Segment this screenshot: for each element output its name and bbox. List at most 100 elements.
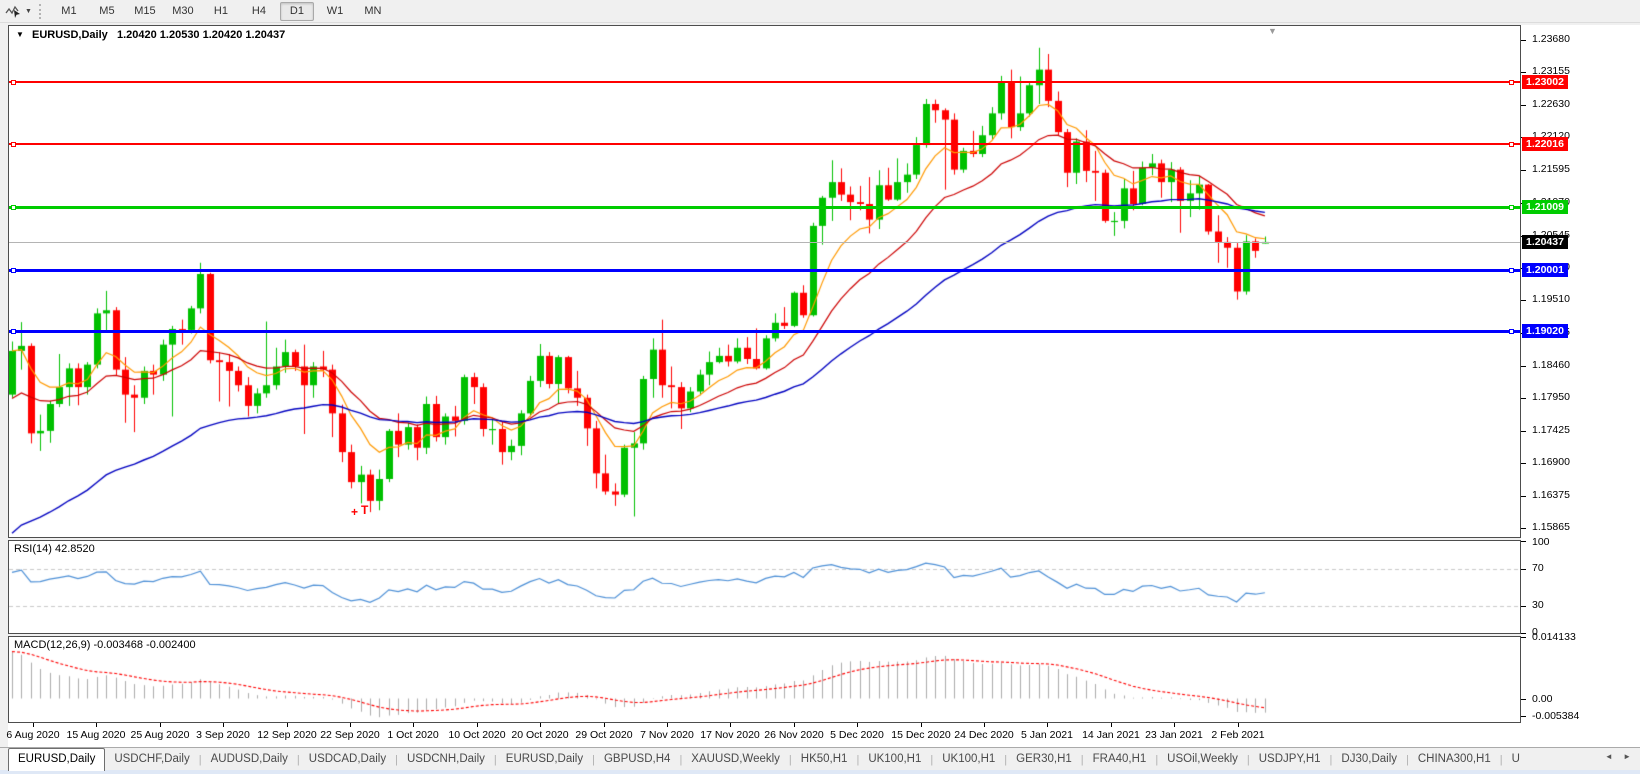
price-axis-tick [1521, 496, 1526, 497]
macd-label: MACD(12,26,9) -0.003468 -0.002400 [14, 639, 196, 651]
chart-tab-fra40-h1[interactable]: FRA40,H1 [1084, 749, 1156, 771]
date-axis-label: 14 Jan 2021 [1082, 729, 1140, 741]
chart-title: ▼ EURUSD,Daily 1.20420 1.20530 1.20420 1… [16, 29, 285, 41]
chart-tab-usoil-weekly[interactable]: USOil,Weekly [1158, 749, 1247, 771]
rsi-axis-tick [1521, 569, 1526, 570]
line-handle-left[interactable] [11, 205, 16, 210]
trading-terminal-window: ▼ M1M5M15M30H1H4D1W1MN ▼ EURUSD,Daily 1.… [0, 0, 1640, 774]
date-axis-label: 10 Oct 2020 [448, 729, 505, 741]
cursor-tool-button[interactable]: ▼ [5, 4, 32, 18]
line-handle-right[interactable] [1509, 80, 1514, 85]
date-axis-label: 17 Nov 2020 [700, 729, 760, 741]
line-handle-left[interactable] [11, 268, 16, 273]
date-axis-label: 24 Dec 2020 [954, 729, 1014, 741]
date-axis-tick [96, 723, 97, 727]
date-axis-label: 15 Aug 2020 [67, 729, 126, 741]
date-axis-label: 22 Sep 2020 [320, 729, 380, 741]
timeframe-button-D1[interactable]: D1 [280, 2, 314, 21]
chart-tab-hk50-h1[interactable]: HK50,H1 [792, 749, 857, 771]
chart-shift-marker-icon[interactable]: ▼ [1268, 26, 1277, 36]
date-axis-tick [1111, 723, 1112, 727]
horizontal-line-1.21009[interactable] [9, 206, 1520, 209]
chevron-down-icon[interactable]: ▼ [25, 8, 32, 15]
price-axis-tick [1521, 398, 1526, 399]
chart-tab-usdcnh-daily[interactable]: USDCNH,Daily [398, 749, 494, 771]
tab-scroll-right-icon[interactable]: ► [1619, 750, 1635, 763]
date-axis-tick [477, 723, 478, 727]
chart-symbol-label: EURUSD,Daily [32, 29, 108, 41]
date-axis-label: 25 Aug 2020 [131, 729, 190, 741]
chart-dropdown-icon[interactable]: ▼ [16, 30, 24, 39]
rsi-label: RSI(14) 42.8520 [14, 543, 95, 555]
price-axis-label: 1.18460 [1532, 359, 1570, 371]
timeframe-button-M15[interactable]: M15 [128, 2, 162, 21]
date-axis-tick [160, 723, 161, 727]
price-axis-tick [1521, 105, 1526, 106]
line-handle-right[interactable] [1509, 268, 1514, 273]
price-axis-tick [1521, 170, 1526, 171]
timeframe-button-MN[interactable]: MN [356, 2, 390, 21]
timeframe-button-W1[interactable]: W1 [318, 2, 352, 21]
chart-tab-dj30-daily[interactable]: DJ30,Daily [1332, 749, 1406, 771]
chart-tab-usdchf-daily[interactable]: USDCHF,Daily [105, 749, 198, 771]
price-axis-label: 1.19510 [1532, 293, 1570, 305]
price-axis-label: 1.16375 [1532, 489, 1570, 501]
trade-marker-icon: T [361, 505, 368, 515]
chart-tab-u[interactable]: U [1503, 749, 1520, 771]
date-axis-tick [1047, 723, 1048, 727]
price-axis-label: 1.15865 [1532, 521, 1570, 533]
current-price-line [9, 242, 1520, 243]
macd-axis-label: -0.005384 [1532, 710, 1579, 722]
chart-tab-china300-h1[interactable]: CHINA300,H1 [1409, 749, 1500, 771]
chart-tab-eurusd-daily[interactable]: EURUSD,Daily [497, 749, 592, 771]
line-handle-left[interactable] [11, 329, 16, 334]
timeframe-button-H4[interactable]: H4 [242, 2, 276, 21]
price-axis-tick [1521, 72, 1526, 73]
chart-tab-usdcad-daily[interactable]: USDCAD,Daily [300, 749, 395, 771]
chart-tab-uk100-h1[interactable]: UK100,H1 [933, 749, 1004, 771]
date-axis-label: 29 Oct 2020 [575, 729, 632, 741]
line-handle-right[interactable] [1509, 142, 1514, 147]
chart-tab-audusd-daily[interactable]: AUDUSD,Daily [202, 749, 297, 771]
chart-tab-ger30-h1[interactable]: GER30,H1 [1007, 749, 1081, 771]
chart-tab-xauusd-weekly[interactable]: XAUUSD,Weekly [682, 749, 789, 771]
timeframe-button-M1[interactable]: M1 [52, 2, 86, 21]
timeframe-toolbar: ▼ M1M5M15M30H1H4D1W1MN [0, 0, 1640, 23]
rsi-chart-canvas[interactable] [9, 541, 1520, 633]
date-axis-tick [921, 723, 922, 727]
chart-tab-usdjpy-h1[interactable]: USDJPY,H1 [1250, 749, 1330, 771]
chart-tab-bar: EURUSD,DailyUSDCHF,Daily|AUDUSD,Daily|US… [0, 747, 1640, 771]
horizontal-line-1.23002[interactable] [9, 81, 1520, 83]
rsi-axis-tick [1521, 633, 1526, 634]
date-axis-label: 26 Nov 2020 [764, 729, 824, 741]
date-axis[interactable]: 6 Aug 202015 Aug 202025 Aug 20203 Sep 20… [8, 723, 1640, 747]
price-axis-tick [1521, 528, 1526, 529]
horizontal-line-1.19020[interactable] [9, 330, 1520, 333]
timeframe-button-M5[interactable]: M5 [90, 2, 124, 21]
chart-tab-uk100-h1[interactable]: UK100,H1 [859, 749, 930, 771]
chart-tab-gbpusd-h4[interactable]: GBPUSD,H4 [595, 749, 679, 771]
price-axis-tick [1521, 40, 1526, 41]
timeframe-button-H1[interactable]: H1 [204, 2, 238, 21]
line-handle-left[interactable] [11, 142, 16, 147]
cursor-tool-icon [5, 4, 21, 18]
price-axis-label: 1.16900 [1532, 456, 1570, 468]
horizontal-line-1.22016[interactable] [9, 143, 1520, 145]
horizontal-line-1.20001[interactable] [9, 269, 1520, 272]
line-handle-left[interactable] [11, 80, 16, 85]
tab-scroll-left-icon[interactable]: ◄ [1601, 750, 1617, 763]
date-axis-tick [540, 723, 541, 727]
price-axis-tick [1521, 300, 1526, 301]
timeframe-button-M30[interactable]: M30 [166, 2, 200, 21]
price-line-badge: 1.23002 [1522, 75, 1568, 89]
line-handle-right[interactable] [1509, 329, 1514, 334]
chart-tab-eurusd-daily-active[interactable]: EURUSD,Daily [8, 748, 105, 771]
date-axis-label: 15 Dec 2020 [891, 729, 951, 741]
date-axis-tick [33, 723, 34, 727]
date-axis-label: 3 Sep 2020 [196, 729, 250, 741]
macd-chart-canvas[interactable] [9, 637, 1520, 722]
macd-axis-label: 0.00 [1532, 693, 1552, 705]
line-handle-right[interactable] [1509, 205, 1514, 210]
date-axis-tick [857, 723, 858, 727]
candlestick-chart-canvas[interactable] [9, 26, 1520, 537]
